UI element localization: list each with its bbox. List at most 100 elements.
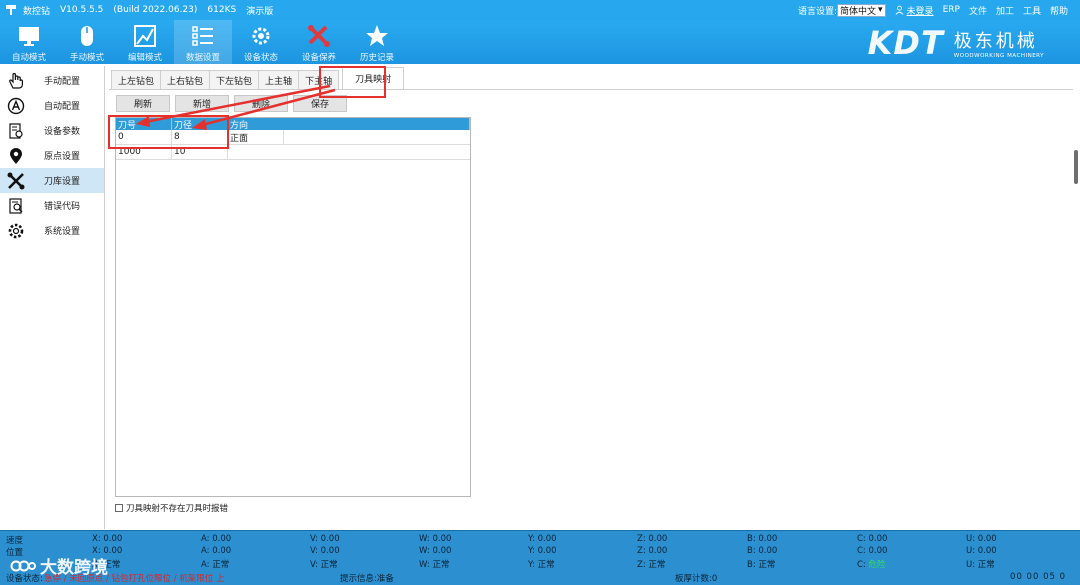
checkbox[interactable] bbox=[115, 504, 123, 512]
axis-state: A: 正常 bbox=[201, 560, 230, 570]
sidebar-item-label: 错误代码 bbox=[44, 202, 81, 212]
gear-chip-icon bbox=[252, 27, 270, 45]
refresh-button[interactable]: 刷新 bbox=[116, 95, 170, 112]
toolbar-data-settings[interactable]: 数据设置 bbox=[174, 20, 232, 64]
table-cell[interactable]: 正面 bbox=[228, 130, 284, 144]
menu-process[interactable]: 加工 bbox=[996, 4, 1014, 17]
menu-file[interactable]: 文件 bbox=[969, 4, 987, 17]
speed-label: 速度 bbox=[6, 536, 24, 546]
delete-button[interactable]: 删除 bbox=[234, 95, 288, 112]
axis-position: C: 0.00 bbox=[857, 546, 888, 556]
app-icon bbox=[5, 4, 17, 16]
toolbar-label: 自动模式 bbox=[11, 53, 46, 63]
tab-lower-left-drill[interactable]: 下左钻包 bbox=[209, 70, 260, 89]
toolbar-history[interactable]: 历史记录 bbox=[348, 20, 406, 64]
menu-erp[interactable]: ERP bbox=[943, 5, 960, 15]
sidebar-item-origin-settings[interactable]: 原点设置 bbox=[0, 143, 104, 168]
tab-strip: 上左钻包 上右钻包 下左钻包 上主轴 下主轴 刀具映射 bbox=[111, 67, 405, 90]
add-button[interactable]: 新增 bbox=[175, 95, 229, 112]
sidebar-item-label: 自动配置 bbox=[44, 102, 81, 112]
axis-speed: V: 0.00 bbox=[310, 534, 340, 544]
axis-state: B: 正常 bbox=[747, 560, 776, 570]
sidebar-item-auto-config[interactable]: 自动配置 bbox=[0, 93, 104, 118]
table-cell[interactable]: 10 bbox=[172, 145, 228, 159]
tab-upper-right-drill[interactable]: 上右钻包 bbox=[160, 70, 211, 89]
gear-icon bbox=[6, 221, 26, 241]
axis-state-danger: 危险 bbox=[868, 560, 886, 570]
sidebar-item-system-settings[interactable]: 系统设置 bbox=[0, 218, 104, 243]
monitor-icon bbox=[19, 27, 39, 46]
sidebar-item-label: 设备参数 bbox=[44, 127, 81, 137]
board-count: 板厚计数:0 bbox=[675, 574, 718, 584]
tab-upper-spindle[interactable]: 上主轴 bbox=[258, 70, 300, 89]
language-value: 简体中文 bbox=[840, 6, 877, 17]
axis-speed: B: 0.00 bbox=[747, 534, 778, 544]
sidebar-item-device-params[interactable]: 设备参数 bbox=[0, 118, 104, 143]
location-pin-icon bbox=[6, 146, 26, 166]
language-label: 语言设置: bbox=[797, 6, 837, 17]
axis-speed: X: 0.00 bbox=[92, 534, 123, 544]
table-header: 刀号 刀径 方向 bbox=[116, 118, 470, 131]
chevron-down-icon: ▾ bbox=[878, 5, 883, 15]
save-button[interactable]: 保存 bbox=[293, 95, 347, 112]
sidebar-item-label: 系统设置 bbox=[44, 227, 81, 237]
hint-message: 提示信息:准备 bbox=[340, 574, 394, 584]
user-label: 未登录 bbox=[906, 6, 934, 17]
table-cell[interactable] bbox=[228, 145, 284, 159]
main-toolbar: 自动模式 手动模式 编辑模式 数据设置 设备状态 设备保养 历史记录 KDT 极… bbox=[0, 20, 1080, 64]
table-row[interactable]: 1000 10 bbox=[116, 145, 470, 160]
menu-help[interactable]: 帮助 bbox=[1050, 4, 1068, 17]
menu-tools[interactable]: 工具 bbox=[1023, 4, 1041, 17]
star-icon bbox=[366, 25, 388, 46]
toolbar-device-status[interactable]: 设备状态 bbox=[232, 20, 290, 64]
column-header-tool-diameter[interactable]: 刀径 bbox=[172, 118, 228, 131]
axis-position: A: 0.00 bbox=[201, 546, 232, 556]
hand-icon bbox=[6, 71, 26, 91]
toolbar-auto-mode[interactable]: 自动模式 bbox=[0, 20, 58, 64]
axis-state: Y: 正常 bbox=[528, 560, 555, 570]
app-name: 数控钻 bbox=[23, 6, 51, 17]
tab-tool-mapping[interactable]: 刀具映射 bbox=[342, 67, 405, 89]
tab-upper-left-drill[interactable]: 上左钻包 bbox=[111, 70, 162, 89]
scrollbar-thumb[interactable] bbox=[1074, 150, 1078, 184]
axis-speed: Y: 0.00 bbox=[528, 534, 557, 544]
table-cell[interactable]: 1000 bbox=[116, 145, 172, 159]
device-params-icon bbox=[6, 121, 26, 141]
tab-lower-spindle[interactable]: 下主轴 bbox=[298, 70, 340, 89]
table-cell[interactable]: 0 bbox=[116, 130, 172, 144]
toolbar-manual-mode[interactable]: 手动模式 bbox=[58, 20, 116, 64]
axis-speed: Z: 0.00 bbox=[637, 534, 668, 544]
axis-position: V: 0.00 bbox=[310, 546, 340, 556]
brand-name-cn: 极东机械 bbox=[953, 31, 1038, 52]
column-header-tool-no[interactable]: 刀号 bbox=[116, 118, 172, 131]
axis-speed: A: 0.00 bbox=[201, 534, 232, 544]
sidebar-item-manual-config[interactable]: 手动配置 bbox=[0, 68, 104, 93]
tool-mapping-error-option[interactable]: 刀具映射不存在刀具时报错 bbox=[115, 502, 228, 514]
app-version: V10.5.5.5 bbox=[60, 5, 104, 15]
watermark-logo-icon bbox=[10, 560, 36, 571]
axis-position: W: 0.00 bbox=[419, 546, 452, 556]
sidebar-item-tool-magazine[interactable]: 刀库设置 bbox=[0, 168, 104, 193]
table-cell[interactable]: 8 bbox=[172, 130, 228, 144]
column-header-direction[interactable]: 方向 bbox=[228, 118, 470, 131]
tab-divider bbox=[109, 89, 1073, 90]
toolbar-label: 编辑模式 bbox=[127, 53, 162, 63]
sidebar-item-error-codes[interactable]: 错误代码 bbox=[0, 193, 104, 218]
toolbar-label: 设备状态 bbox=[243, 53, 278, 63]
tool-mapping-table[interactable]: 刀号 刀径 方向 0 8 正面 1000 10 bbox=[115, 117, 471, 497]
brand-name: 极东机械 WOODWORKING MACHINERY bbox=[954, 27, 1044, 59]
axis-position: Z: 0.00 bbox=[637, 546, 668, 556]
toolbar-label: 历史记录 bbox=[359, 53, 394, 63]
toolbar-label: 手动模式 bbox=[69, 53, 104, 63]
tools-icon bbox=[6, 171, 26, 191]
toolbar-maintenance[interactable]: 设备保养 bbox=[290, 20, 348, 64]
sidebar: 手动配置 自动配置 设备参数 原点设置 刀库设置 错误代码 系统设置 bbox=[0, 66, 105, 529]
status-bar: 速度 位置 X: 0.00 X: 0.00 X: 正常 A: 0.00 A: 0… bbox=[0, 530, 1080, 585]
toolbar-label: 数据设置 bbox=[185, 53, 220, 63]
brand-logo-text: KDT bbox=[867, 24, 944, 62]
toolbar-edit-mode[interactable]: 编辑模式 bbox=[116, 20, 174, 64]
user-link[interactable]: 未登录 bbox=[895, 4, 934, 17]
table-row[interactable]: 0 8 正面 bbox=[116, 130, 470, 145]
axis-state: V: 正常 bbox=[310, 560, 338, 570]
language-select[interactable]: 简体中文 ▾ bbox=[837, 3, 886, 17]
